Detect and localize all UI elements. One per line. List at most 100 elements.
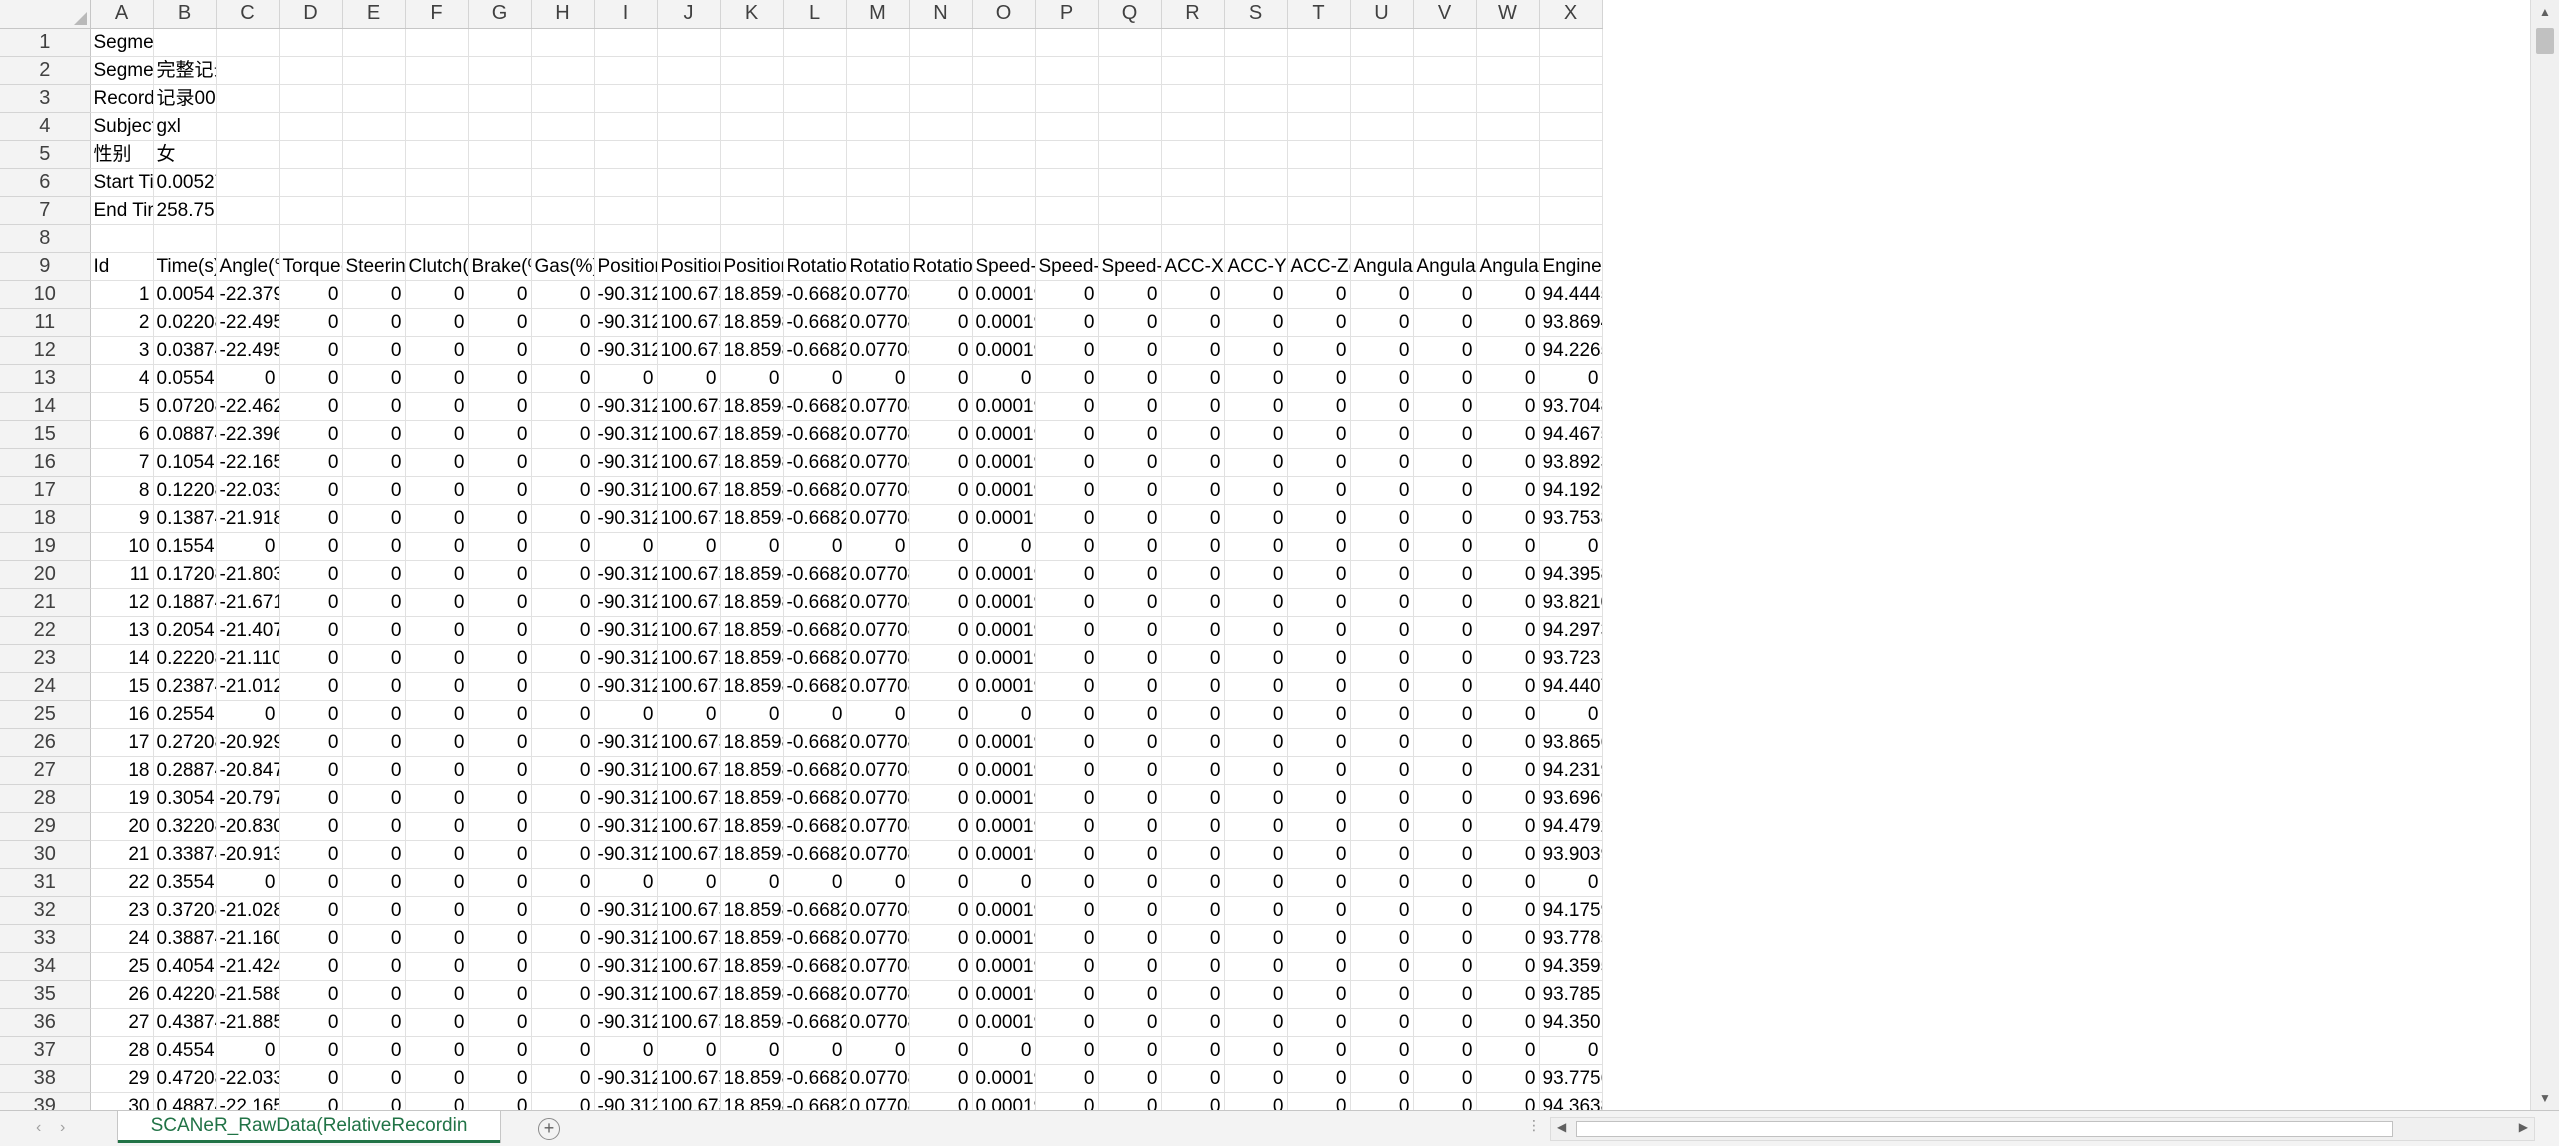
cell-engine-speed[interactable]: 93.785 xyxy=(1539,980,1603,1009)
cell-value[interactable]: 0 xyxy=(1035,672,1099,701)
cell-engine-speed[interactable]: 93.72319 xyxy=(1539,644,1603,673)
cell[interactable] xyxy=(1161,196,1225,225)
cell-a[interactable]: Segment N xyxy=(90,56,154,85)
cell-value[interactable]: 0.077083 xyxy=(846,308,910,337)
cell[interactable] xyxy=(720,112,784,141)
cell-time[interactable]: 0.47208 xyxy=(153,1064,217,1093)
row-header[interactable]: 39 xyxy=(0,1092,91,1110)
cell-value[interactable]: 0.077083 xyxy=(846,812,910,841)
cell-value[interactable]: -90.3125 xyxy=(594,308,658,337)
cell-value[interactable]: 100.6731 xyxy=(657,924,721,953)
tab-split-handle-icon[interactable]: ⋮ xyxy=(1527,1117,1542,1134)
cell-value[interactable]: 0.077083 xyxy=(846,392,910,421)
cell-angle[interactable]: -22.0338 xyxy=(216,1064,280,1093)
cell-time[interactable]: 0.27208 xyxy=(153,728,217,757)
cell-value[interactable]: 0 xyxy=(342,308,406,337)
cell-value[interactable]: 0 xyxy=(1035,308,1099,337)
cell-value[interactable]: -0.66825 xyxy=(783,1092,847,1110)
cell-value[interactable]: 0 xyxy=(1287,280,1351,309)
cell-value[interactable]: 0.077083 xyxy=(846,476,910,505)
column-header-w[interactable]: W xyxy=(1476,0,1540,29)
cell-value[interactable]: 18.85984 xyxy=(720,1064,784,1093)
cell[interactable] xyxy=(720,28,784,57)
cell-value[interactable]: 0 xyxy=(1287,1008,1351,1037)
cell-value[interactable]: 0 xyxy=(909,868,973,897)
cell-value[interactable]: 0 xyxy=(468,616,532,645)
cell-value[interactable]: 0 xyxy=(1161,952,1225,981)
cell-value[interactable]: 0 xyxy=(405,672,469,701)
cell-value[interactable]: 0 xyxy=(1224,1092,1288,1110)
cell[interactable] xyxy=(720,84,784,113)
cell[interactable] xyxy=(468,196,532,225)
cell-value[interactable]: 0 xyxy=(1413,448,1477,477)
header-cell[interactable]: Speed-Z(k xyxy=(1098,252,1162,281)
cell-value[interactable]: -90.3125 xyxy=(594,476,658,505)
cell[interactable] xyxy=(405,84,469,113)
cell-time[interactable]: 0.105413 xyxy=(153,448,217,477)
cell-value[interactable]: 0 xyxy=(657,868,721,897)
cell-value[interactable]: 0 xyxy=(468,448,532,477)
cell-value[interactable]: 0 xyxy=(279,952,343,981)
cell-value[interactable]: 0 xyxy=(909,952,973,981)
column-header-b[interactable]: B xyxy=(153,0,217,29)
cell-value[interactable]: 0 xyxy=(531,280,595,309)
cell-value[interactable]: 0 xyxy=(1476,784,1540,813)
cell-value[interactable]: 0 xyxy=(1161,588,1225,617)
cell-value[interactable]: 0 xyxy=(531,560,595,589)
cell-value[interactable]: 0 xyxy=(909,420,973,449)
cell-value[interactable]: 0 xyxy=(909,560,973,589)
cell[interactable] xyxy=(972,196,1036,225)
cell-time[interactable]: 0.288747 xyxy=(153,756,217,785)
cell-value[interactable]: 0 xyxy=(1224,476,1288,505)
cell-value[interactable]: 100.6731 xyxy=(657,1064,721,1093)
cell-value[interactable]: 0 xyxy=(1413,840,1477,869)
cell-id[interactable]: 23 xyxy=(90,896,154,925)
cell-value[interactable]: 0 xyxy=(1476,532,1540,561)
cell-value[interactable]: 0 xyxy=(1476,672,1540,701)
cell-value[interactable]: 0 xyxy=(1098,840,1162,869)
cell[interactable] xyxy=(342,168,406,197)
cell-value[interactable]: 0 xyxy=(531,644,595,673)
cell-value[interactable]: 0 xyxy=(531,896,595,925)
cell-value[interactable]: 0 xyxy=(405,364,469,393)
cell[interactable] xyxy=(1350,84,1414,113)
cell-value[interactable]: 0 xyxy=(909,756,973,785)
cell-value[interactable]: 100.6731 xyxy=(657,588,721,617)
cell[interactable] xyxy=(657,84,721,113)
cell[interactable] xyxy=(1476,56,1540,85)
cell[interactable] xyxy=(1035,224,1099,253)
cell[interactable] xyxy=(1161,56,1225,85)
cell[interactable] xyxy=(531,196,595,225)
cell-value[interactable]: 18.85984 xyxy=(720,420,784,449)
next-sheet-icon[interactable]: › xyxy=(60,1119,65,1137)
cell-value[interactable]: 0 xyxy=(1161,476,1225,505)
cell[interactable] xyxy=(342,140,406,169)
cell-value[interactable]: 0 xyxy=(1413,672,1477,701)
cell-value[interactable]: 0 xyxy=(1035,560,1099,589)
cell-value[interactable]: 0 xyxy=(1350,364,1414,393)
cell-value[interactable]: 0 xyxy=(846,868,910,897)
cell-value[interactable]: 0 xyxy=(1224,336,1288,365)
header-cell[interactable]: ACC-Z(m/ xyxy=(1287,252,1351,281)
cell[interactable] xyxy=(846,56,910,85)
cell-value[interactable]: 0.077083 xyxy=(846,924,910,953)
cell-time[interactable]: 0.088747 xyxy=(153,420,217,449)
cell-value[interactable]: 0 xyxy=(1161,756,1225,785)
cell-value[interactable]: 0 xyxy=(342,1064,406,1093)
cell-value[interactable]: 0 xyxy=(594,364,658,393)
cell-id[interactable]: 30 xyxy=(90,1092,154,1110)
column-header-f[interactable]: F xyxy=(405,0,469,29)
cell-value[interactable]: 0 xyxy=(405,1036,469,1065)
cell-value[interactable]: 0 xyxy=(405,812,469,841)
cell-value[interactable]: 0 xyxy=(405,840,469,869)
cell[interactable] xyxy=(1161,28,1225,57)
cell-value[interactable]: 0 xyxy=(1161,784,1225,813)
row-header[interactable]: 24 xyxy=(0,672,91,701)
cell-value[interactable]: 0.077083 xyxy=(846,896,910,925)
cell-value[interactable]: 0 xyxy=(279,1092,343,1110)
cell[interactable] xyxy=(468,28,532,57)
cell-value[interactable]: -90.3125 xyxy=(594,952,658,981)
cell-value[interactable]: 0 xyxy=(783,364,847,393)
cell-value[interactable]: 18.85984 xyxy=(720,476,784,505)
cell[interactable] xyxy=(279,224,343,253)
